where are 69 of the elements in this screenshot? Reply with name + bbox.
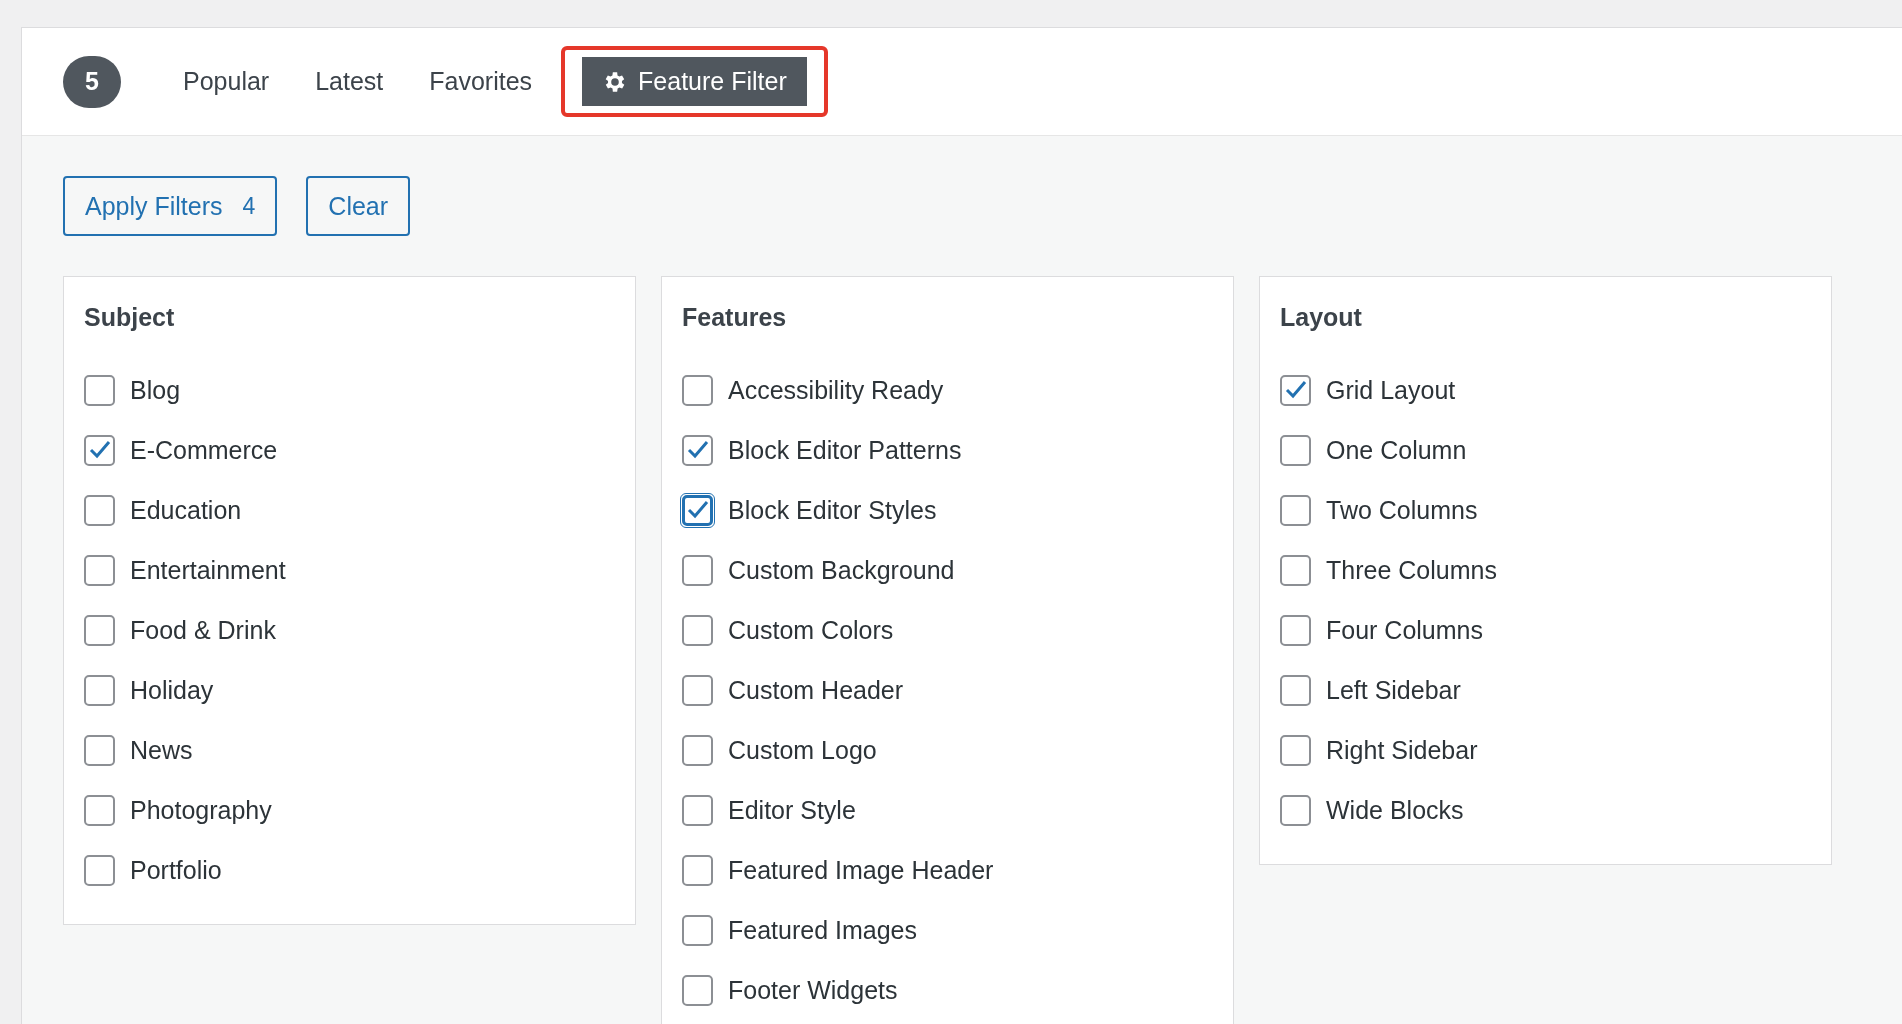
checkbox[interactable] (1280, 434, 1311, 466)
checkbox-label: Custom Background (728, 555, 955, 585)
checkbox[interactable] (682, 734, 713, 766)
clear-button[interactable]: Clear (306, 176, 411, 236)
checkbox-label: Wide Blocks (1326, 795, 1464, 825)
checkbox-label: Three Columns (1326, 555, 1497, 585)
checkbox-label: Portfolio (130, 855, 222, 885)
checkbox[interactable] (84, 434, 115, 466)
checkbox-label: Photography (130, 795, 272, 825)
checkbox[interactable] (682, 914, 713, 946)
checkbox-label: Food & Drink (130, 615, 276, 645)
checkbox-label: Four Columns (1326, 615, 1483, 645)
checkbox[interactable] (682, 434, 713, 466)
checkbox-label: Entertainment (130, 555, 286, 585)
checkbox[interactable] (682, 974, 713, 1006)
checkbox[interactable] (682, 614, 713, 646)
checkbox[interactable] (1280, 554, 1311, 586)
checkbox-label: Custom Colors (728, 615, 894, 645)
checkbox[interactable] (84, 494, 115, 526)
filter-tab[interactable]: Popular (183, 57, 270, 106)
checkbox-label: Custom Logo (728, 735, 877, 765)
checkbox[interactable] (682, 794, 713, 826)
checkbox-label: Holiday (130, 675, 214, 705)
panel-title: Subject (84, 303, 176, 332)
checkbox[interactable] (1280, 794, 1311, 826)
checkbox[interactable] (84, 374, 115, 406)
count-badge: 5 (63, 55, 121, 108)
checkbox-label: Featured Images (728, 915, 917, 945)
checkbox[interactable] (84, 554, 115, 586)
checkbox[interactable] (1280, 494, 1311, 526)
checkbox[interactable] (682, 554, 713, 586)
checkbox[interactable] (1280, 614, 1311, 646)
checkbox-label: Education (130, 495, 242, 525)
filter-tab[interactable]: Feature Filter (582, 57, 807, 106)
checkbox-label: Blog (130, 375, 181, 405)
checkbox-label: Editor Style (728, 795, 856, 825)
checkbox-label: E-Commerce (130, 435, 278, 465)
checkbox[interactable] (84, 674, 115, 706)
panel-title: Layout (1280, 303, 1363, 332)
checkmark-icon (686, 500, 709, 520)
checkbox-label: Footer Widgets (728, 975, 898, 1005)
panel-title: Features (682, 303, 788, 332)
checkmark-icon (1284, 380, 1307, 400)
checkbox-label: Block Editor Styles (728, 495, 937, 525)
filter-tab[interactable]: Latest (315, 57, 384, 106)
checkbox-label: Block Editor Patterns (728, 435, 962, 465)
checkmark-icon (686, 440, 709, 460)
checkbox-label: Grid Layout (1326, 375, 1456, 405)
checkmark-icon (88, 440, 111, 460)
apply-filters-button[interactable]: Apply Filters 4 (63, 176, 278, 236)
checkbox[interactable] (84, 794, 115, 826)
checkbox-label: Featured Image Header (728, 855, 994, 885)
checkbox[interactable] (682, 674, 713, 706)
checkbox[interactable] (682, 854, 713, 886)
checkbox-label: Custom Header (728, 675, 904, 705)
checkbox-label: One Column (1326, 435, 1467, 465)
checkbox-label: News (130, 735, 193, 765)
checkbox[interactable] (1280, 674, 1311, 706)
filter-tab[interactable]: Favorites (429, 57, 533, 106)
checkbox-label: Accessibility Ready (728, 375, 944, 405)
checkbox[interactable] (1280, 734, 1311, 766)
checkbox-label: Two Columns (1326, 495, 1478, 525)
checkbox[interactable] (84, 614, 115, 646)
checkbox[interactable] (84, 734, 115, 766)
checkbox[interactable] (682, 374, 713, 406)
checkbox[interactable] (1280, 374, 1311, 406)
checkbox-label: Right Sidebar (1326, 735, 1478, 765)
checkbox[interactable] (84, 854, 115, 886)
checkbox-label: Left Sidebar (1326, 675, 1461, 705)
